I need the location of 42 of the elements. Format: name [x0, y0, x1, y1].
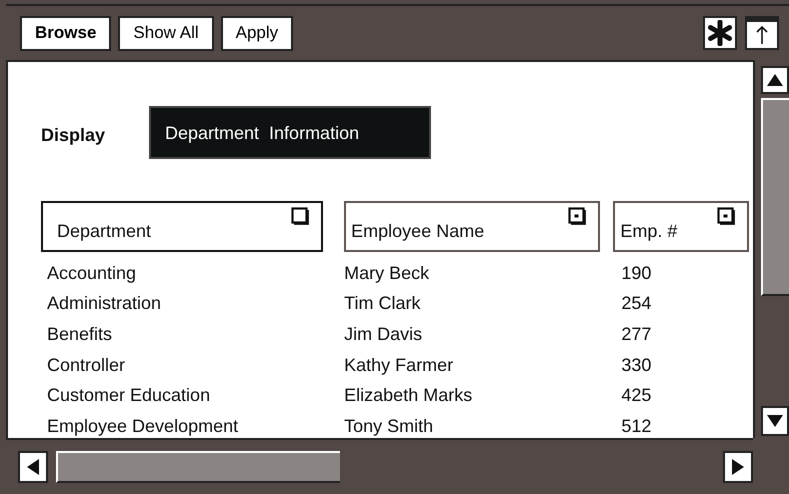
table-cell-text: Customer Education	[46, 384, 212, 408]
table-cell-text: Elizabeth Marks	[344, 384, 474, 408]
display-dropdown[interactable]: Department Information	[149, 106, 431, 159]
table-cell-text: Mary Beck	[344, 262, 430, 285]
column-header[interactable]: Employee Name	[344, 201, 600, 252]
square-icon	[291, 207, 309, 225]
table-cell-text: Tim Clark	[344, 292, 422, 316]
table-cell-text: Kathy Farmer	[344, 354, 454, 377]
scroll-right-button[interactable]	[723, 451, 753, 483]
up-arrow-icon	[766, 73, 784, 87]
table-cell-text: 254	[620, 292, 652, 316]
table-cell-text: 330	[620, 354, 652, 377]
down-arrow-icon	[766, 414, 784, 428]
scroll-up-button[interactable]	[761, 66, 789, 94]
toolbar-button[interactable]: Show All	[118, 16, 214, 50]
table-cell-text: 277	[620, 322, 652, 346]
column-header[interactable]: Emp. #	[613, 201, 750, 252]
horizontal-scroll-thumb[interactable]	[56, 451, 340, 483]
upload-button[interactable]	[745, 16, 779, 50]
table-cell-text: 190	[620, 262, 652, 285]
display-label: Display	[41, 124, 106, 147]
table-cell-text: 512	[620, 414, 652, 438]
table-cell-text: Benefits	[46, 322, 114, 346]
table-cell-text: Administration	[46, 292, 162, 316]
table-cell-text: 425	[620, 384, 652, 408]
table-cell-text: Controller	[46, 354, 126, 377]
table-cell-text: Employee Development	[46, 414, 240, 438]
toolbar-button[interactable]: Apply	[220, 16, 294, 50]
asterisk-icon	[707, 20, 733, 46]
square-dot-icon	[568, 207, 586, 225]
column-header[interactable]: Department	[41, 201, 323, 252]
table-cell-text: Tony Smith	[344, 414, 434, 438]
table-cell-text: Jim Davis	[344, 322, 424, 346]
asterisk-button[interactable]	[703, 16, 737, 50]
scroll-left-button[interactable]	[18, 451, 48, 483]
vertical-scroll-thumb[interactable]	[761, 98, 789, 296]
toolbar-button[interactable]: Browse	[20, 16, 112, 50]
scroll-down-button[interactable]	[761, 406, 789, 436]
table-cell-text: Accounting	[46, 262, 138, 285]
square-dot-icon	[717, 207, 736, 225]
right-arrow-icon	[731, 458, 745, 476]
left-arrow-icon	[26, 458, 40, 476]
